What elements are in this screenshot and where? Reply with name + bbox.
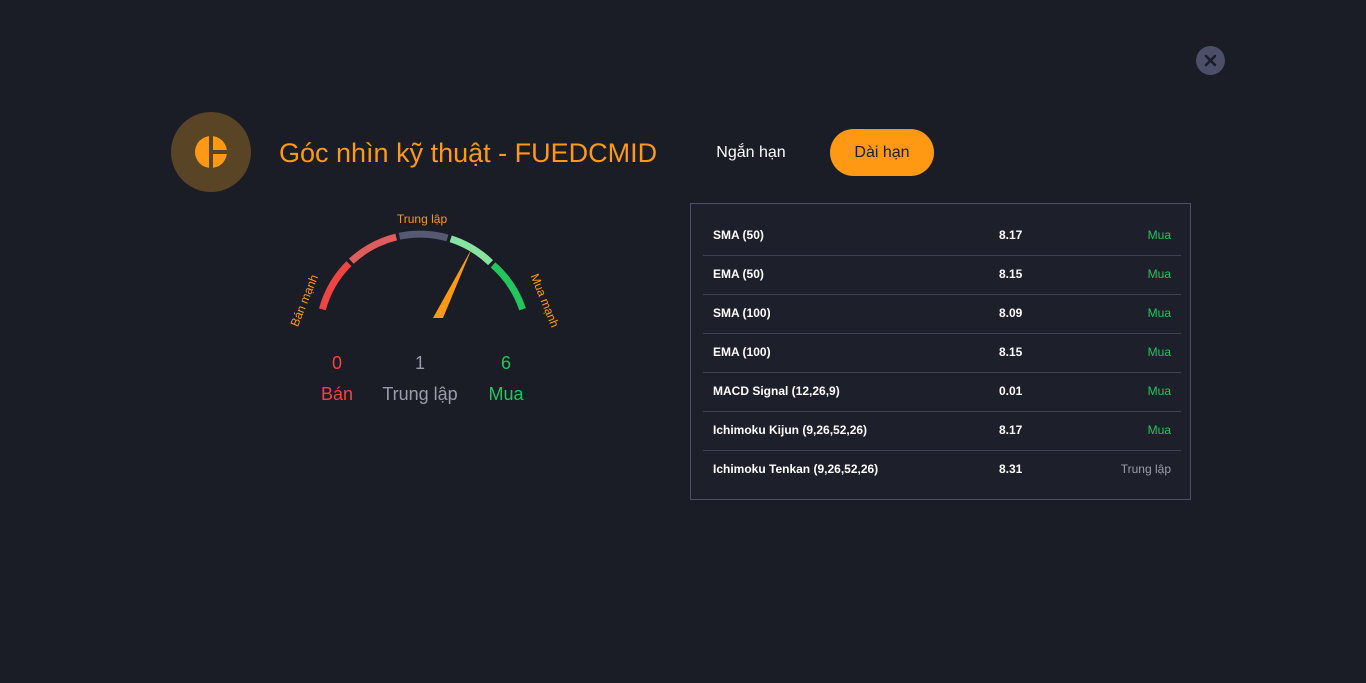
close-button[interactable] — [1196, 46, 1225, 75]
table-row: EMA (50) 8.15 Mua — [703, 255, 1181, 295]
sell-count: 0 — [331, 353, 342, 373]
indicator-name: Ichimoku Tenkan (9,26,52,26) — [713, 462, 879, 476]
indicator-signal: Mua — [1147, 306, 1171, 320]
tab-long-term[interactable]: Dài hạn — [830, 129, 934, 176]
indicator-name: EMA (100) — [713, 345, 771, 359]
indicator-signal: Mua — [1147, 228, 1171, 242]
table-row: SMA (100) 8.09 Mua — [703, 294, 1181, 334]
gauge-segment-neutral — [398, 230, 449, 242]
indicator-signal: Mua — [1147, 423, 1171, 437]
indicator-value: 8.17 — [999, 423, 1023, 437]
neutral-count: 1 — [414, 353, 425, 373]
gauge-label-neutral: Trung lập — [397, 212, 448, 226]
table-row: EMA (100) 8.15 Mua — [703, 333, 1181, 373]
pie-chart-icon — [195, 136, 227, 168]
table-row: SMA (50) 8.17 Mua — [703, 216, 1181, 256]
indicator-signal: Mua — [1147, 267, 1171, 281]
indicator-name: EMA (50) — [713, 267, 764, 281]
indicator-signal: Trung lập — [1120, 462, 1171, 476]
indicator-value: 8.31 — [999, 462, 1023, 476]
sentiment-gauge: Trung lập Bán mạnh Mua mạnh — [280, 200, 570, 340]
indicator-table: SMA (50) 8.17 Mua EMA (50) 8.15 Mua SMA … — [690, 203, 1191, 500]
tab-short-term[interactable]: Ngắn hạn — [702, 129, 800, 176]
table-row: Ichimoku Tenkan (9,26,52,26) 8.31 Trung … — [703, 450, 1181, 489]
gauge-label-strong-buy: Mua mạnh — [528, 272, 562, 330]
indicator-value: 8.15 — [999, 345, 1023, 359]
indicator-value: 8.17 — [999, 228, 1023, 242]
indicator-value: 8.15 — [999, 267, 1023, 281]
gauge-segment-sell — [348, 233, 398, 264]
gauge-needle — [433, 248, 472, 318]
table-row: MACD Signal (12,26,9) 0.01 Mua — [703, 372, 1181, 412]
indicator-signal: Mua — [1147, 384, 1171, 398]
indicator-signal: Mua — [1147, 345, 1171, 359]
indicator-name: SMA (50) — [713, 228, 764, 242]
indicator-name: SMA (100) — [713, 306, 771, 320]
gauge-segment-strong-sell — [319, 261, 352, 311]
indicator-name: MACD Signal (12,26,9) — [713, 384, 840, 398]
indicator-name: Ichimoku Kijun (9,26,52,26) — [713, 423, 868, 437]
indicator-value: 0.01 — [999, 384, 1023, 398]
buy-count: 6 — [500, 353, 511, 373]
indicator-value: 8.09 — [999, 306, 1023, 320]
table-row: Ichimoku Kijun (9,26,52,26) 8.17 Mua — [703, 411, 1181, 451]
buy-label: Mua — [488, 384, 524, 404]
gauge-segment-strong-buy — [490, 262, 526, 311]
close-icon — [1204, 54, 1217, 67]
logo-badge — [171, 112, 251, 192]
gauge-label-strong-sell: Bán mạnh — [288, 273, 321, 329]
page-title: Góc nhìn kỹ thuật - FUEDCMID — [279, 138, 658, 168]
